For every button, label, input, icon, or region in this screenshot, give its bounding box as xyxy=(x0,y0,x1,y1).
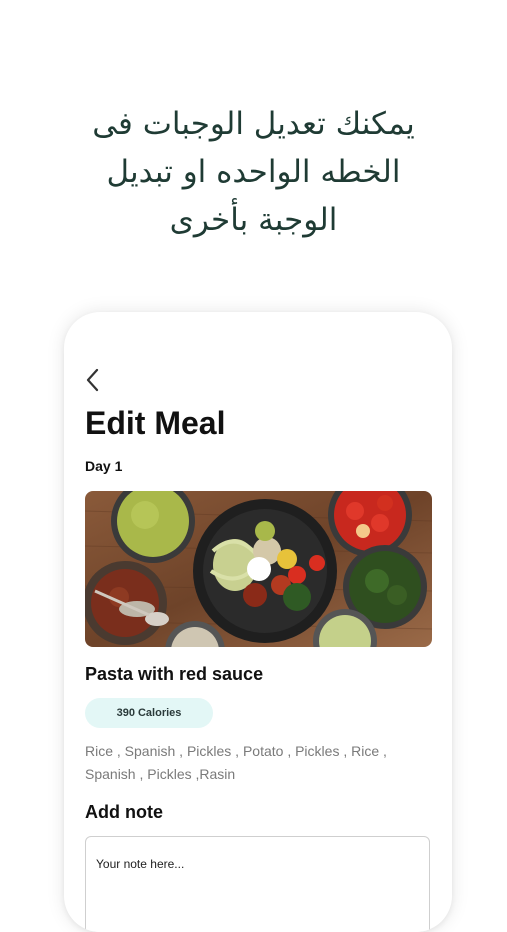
headline-line-2: الخطه الواحده او تبديل xyxy=(106,154,401,190)
calories-badge: 390 Calories xyxy=(85,698,213,728)
ingredients-list: Rice , Spanish , Pickles , Potato , Pick… xyxy=(85,743,387,782)
headline-line-3: الوجبة بأخرى xyxy=(169,202,338,238)
back-button[interactable] xyxy=(82,366,106,394)
meal-name: Pasta with red sauce xyxy=(85,664,264,684)
headline-line-1: يمكنك تعديل الوجبات فى xyxy=(92,106,415,142)
phone-mockup: Edit Meal Day 1 Pasta with red sauce 390… xyxy=(64,312,452,932)
note-input[interactable] xyxy=(85,836,430,932)
day-label: Day 1 xyxy=(85,458,123,474)
meal-image xyxy=(85,491,432,647)
page-title: Edit Meal xyxy=(85,405,226,441)
add-note-label: Add note xyxy=(85,802,163,822)
chevron-left-icon xyxy=(86,368,99,392)
promo-headline: يمكنك تعديل الوجبات فى الخطه الواحده او … xyxy=(40,100,467,244)
